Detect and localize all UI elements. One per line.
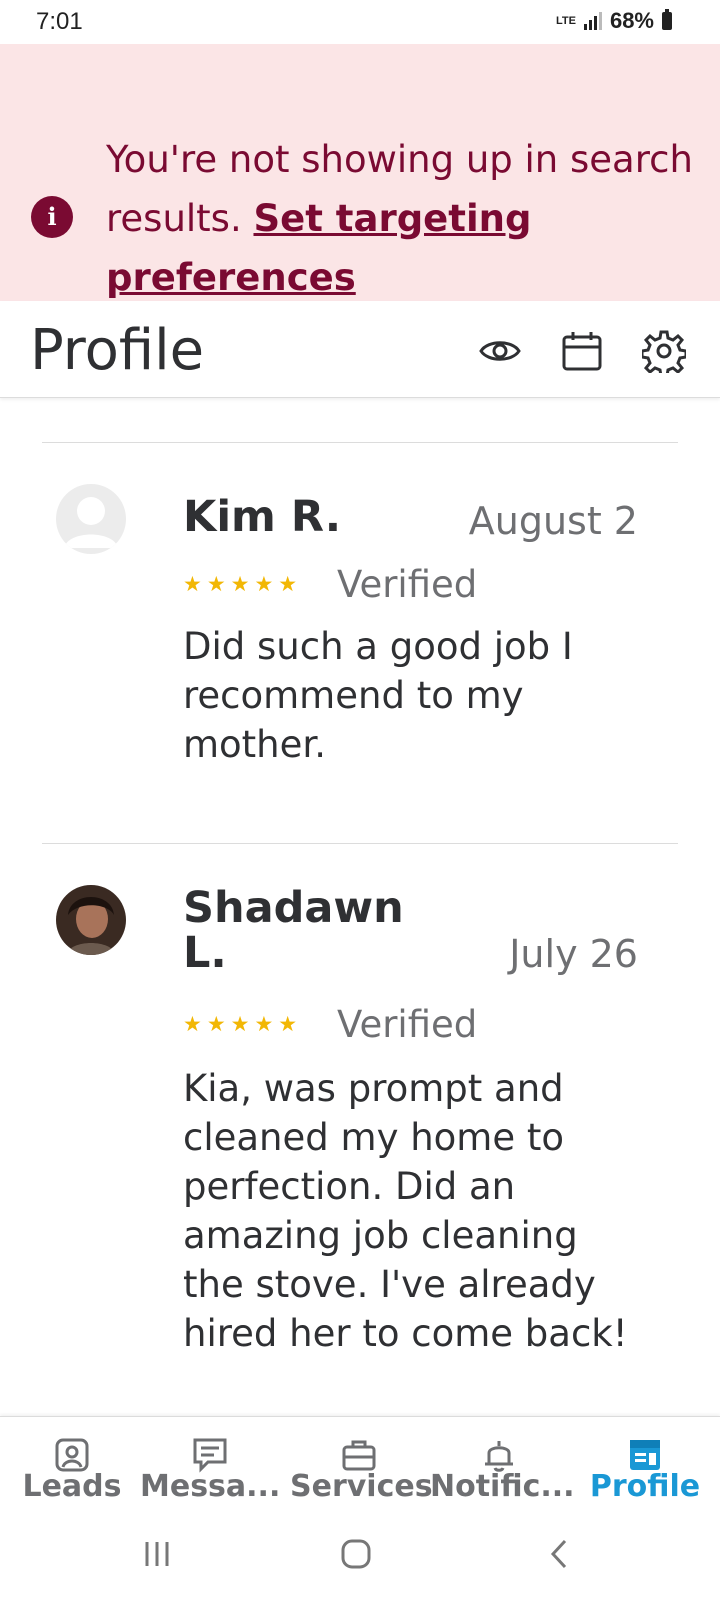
user-photo xyxy=(56,885,126,955)
review-text: Kia, was prompt and cleaned my home to p… xyxy=(183,1067,628,1355)
star-rating: ★★★★★ xyxy=(183,1012,303,1036)
default-avatar-icon xyxy=(64,497,118,548)
alert-banner: i You're not showing up in search result… xyxy=(0,44,720,301)
system-nav xyxy=(0,1516,720,1600)
nav-label: Services xyxy=(290,1469,433,1504)
home-icon[interactable] xyxy=(336,1534,376,1574)
back-icon[interactable] xyxy=(540,1534,580,1574)
status-bar: 7:01 LTE 68% xyxy=(0,0,720,44)
user-card-icon xyxy=(55,1438,89,1472)
nav-notifications[interactable]: Notific... xyxy=(430,1417,575,1517)
nav-services[interactable]: Services xyxy=(290,1417,433,1517)
review-date: July 26 xyxy=(509,932,638,976)
signal-icon xyxy=(583,12,602,30)
calendar-icon[interactable] xyxy=(560,329,604,373)
reviewer-name: Kim R. xyxy=(183,492,342,542)
nav-label: Notific... xyxy=(430,1469,575,1504)
briefcase-icon xyxy=(342,1440,376,1471)
divider xyxy=(42,843,678,844)
reviewer-name: Shadawn L. xyxy=(183,883,404,978)
eye-icon[interactable] xyxy=(478,329,522,373)
storefront-icon xyxy=(630,1440,660,1470)
review-text: Did such a good job I recommend to my mo… xyxy=(183,625,573,766)
review-date: August 2 xyxy=(468,499,638,543)
network-type: LTE xyxy=(555,15,576,27)
status-indicators: LTE 68% xyxy=(556,8,672,34)
profile-header: Profile xyxy=(0,301,720,398)
bottom-nav: Leads Messa... Services Notific... Profi… xyxy=(0,1416,720,1517)
gear-icon[interactable] xyxy=(642,329,686,373)
banner-message: You're not showing up in search results.… xyxy=(106,130,696,307)
divider xyxy=(42,442,678,443)
nav-messages[interactable]: Messa... xyxy=(140,1417,280,1517)
recent-apps-icon[interactable] xyxy=(137,1534,177,1574)
status-time: 7:01 xyxy=(36,8,83,35)
nav-label: Profile xyxy=(589,1469,701,1504)
info-icon: i xyxy=(31,196,73,238)
page-title: Profile xyxy=(30,318,205,383)
avatar xyxy=(56,885,126,955)
star-rating: ★★★★★ xyxy=(183,572,303,596)
verified-label: Verified xyxy=(337,1003,478,1046)
nav-label: Messa... xyxy=(140,1469,281,1504)
message-icon xyxy=(193,1438,227,1473)
nav-profile[interactable]: Profile xyxy=(585,1417,705,1517)
battery-icon xyxy=(662,9,672,30)
nav-leads[interactable]: Leads xyxy=(18,1417,126,1517)
nav-label: Leads xyxy=(22,1469,122,1504)
bell-icon xyxy=(485,1441,513,1472)
verified-label: Verified xyxy=(337,563,478,606)
avatar xyxy=(56,484,126,554)
battery-percent: 68% xyxy=(609,8,654,33)
